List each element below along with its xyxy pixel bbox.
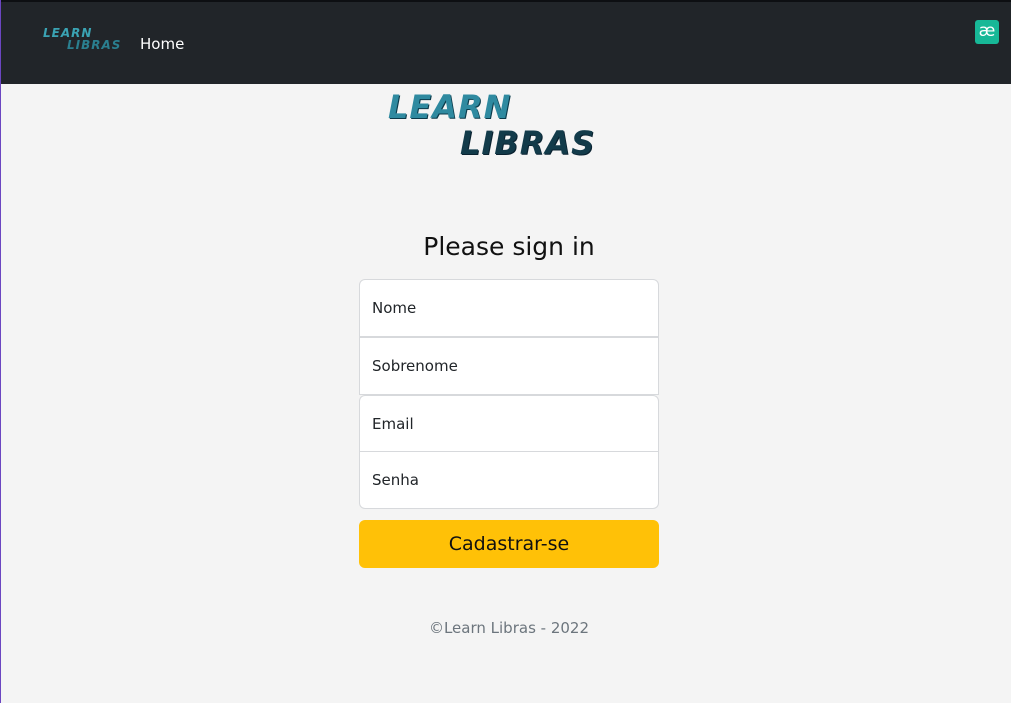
nome-field[interactable] — [359, 279, 659, 337]
hero-logo-line1: LEARN — [388, 88, 512, 126]
ae-extension-icon[interactable]: æ — [975, 20, 999, 44]
senha-field[interactable] — [359, 452, 659, 509]
nav-link-home[interactable]: Home — [140, 35, 184, 53]
footer-copyright: ©Learn Libras - 2022 — [428, 619, 590, 637]
page-title: Please sign in — [423, 232, 595, 261]
email-field[interactable] — [359, 395, 659, 452]
navbar-logo[interactable]: LEARN LIBRAS — [41, 26, 125, 54]
sobrenome-field[interactable] — [359, 337, 659, 395]
navbar-logo-line2: LIBRAS — [67, 38, 122, 52]
hero-logo: LEARN LIBRAS — [386, 88, 636, 162]
signup-form — [359, 279, 659, 509]
top-navbar: LEARN LIBRAS Home æ — [1, 0, 1011, 84]
cadastrar-button[interactable]: Cadastrar-se — [359, 520, 659, 568]
hero-logo-line2: LIBRAS — [460, 124, 596, 162]
